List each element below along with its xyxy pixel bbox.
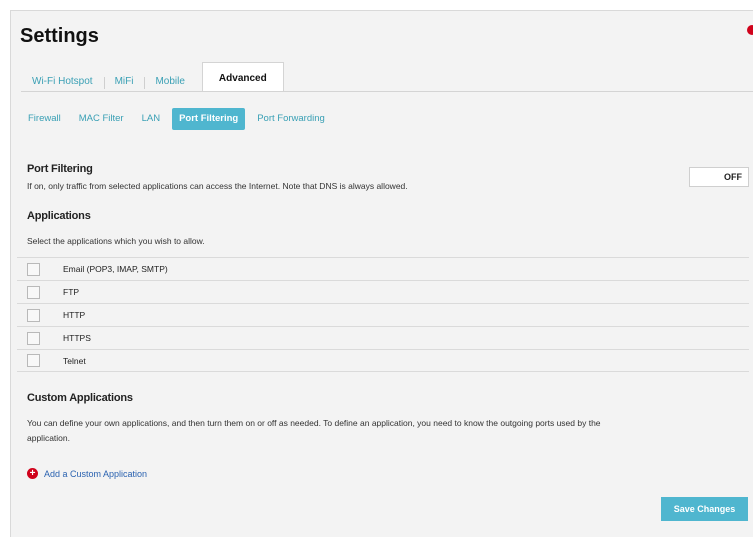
app-label: HTTPS: [63, 333, 91, 343]
subtab-port-filtering[interactable]: Port Filtering: [172, 107, 246, 130]
email-checkbox[interactable]: [27, 262, 40, 276]
app-label: HTTP: [63, 310, 86, 320]
save-changes-button[interactable]: Save Changes: [661, 497, 748, 521]
tab-wifi-hotspot[interactable]: Wi-Fi Hotspot: [21, 72, 104, 92]
main-tab-bar: Wi-Fi Hotspot MiFi Mobile Advanced: [21, 62, 284, 92]
list-item: HTTPS: [17, 326, 749, 349]
list-item: HTTP: [17, 303, 749, 326]
page-title: Settings: [20, 25, 99, 47]
subtab-firewall[interactable]: Firewall: [21, 108, 67, 130]
custom-applications-description-cont: application.: [27, 433, 71, 443]
notification-dot-icon[interactable]: [747, 25, 753, 35]
tab-mobile[interactable]: Mobile: [144, 72, 195, 92]
list-item: FTP: [17, 280, 749, 303]
add-custom-application-label: Add a Custom Application: [44, 468, 148, 479]
app-label: FTP: [63, 287, 80, 297]
telnet-checkbox[interactable]: [27, 354, 40, 367]
port-filtering-description: If on, only traffic from selected applic…: [27, 181, 408, 191]
tab-mifi[interactable]: MiFi: [103, 72, 145, 92]
port-filtering-toggle[interactable]: OFF: [689, 167, 749, 187]
https-checkbox[interactable]: [27, 331, 40, 345]
plus-circle-icon: +: [27, 468, 38, 479]
applications-description: Select the applications which you wish t…: [27, 236, 205, 246]
tab-divider: [21, 91, 753, 92]
port-filtering-heading: Port Filtering: [27, 163, 93, 175]
sub-tab-bar: Firewall MAC Filter LAN Port Filtering P…: [21, 106, 337, 131]
custom-applications-description: You can define your own applications, an…: [27, 418, 601, 428]
http-checkbox[interactable]: [27, 308, 40, 322]
list-item: Email (POP3, IMAP, SMTP): [17, 257, 749, 280]
app-label: Email (POP3, IMAP, SMTP): [63, 264, 168, 274]
applications-heading: Applications: [27, 210, 91, 222]
applications-list: Email (POP3, IMAP, SMTP) FTP HTTP HTTPS …: [17, 257, 749, 372]
add-custom-application-link[interactable]: + Add a Custom Application: [27, 468, 147, 479]
custom-applications-heading: Custom Applications: [27, 392, 133, 404]
subtab-mac-filter[interactable]: MAC Filter: [73, 108, 130, 130]
subtab-lan[interactable]: LAN: [136, 108, 166, 130]
app-label: Telnet: [63, 355, 86, 366]
list-item: Telnet: [17, 349, 749, 372]
ftp-checkbox[interactable]: [27, 285, 40, 299]
subtab-port-forwarding[interactable]: Port Forwarding: [251, 108, 331, 130]
tab-advanced[interactable]: Advanced: [201, 62, 284, 92]
